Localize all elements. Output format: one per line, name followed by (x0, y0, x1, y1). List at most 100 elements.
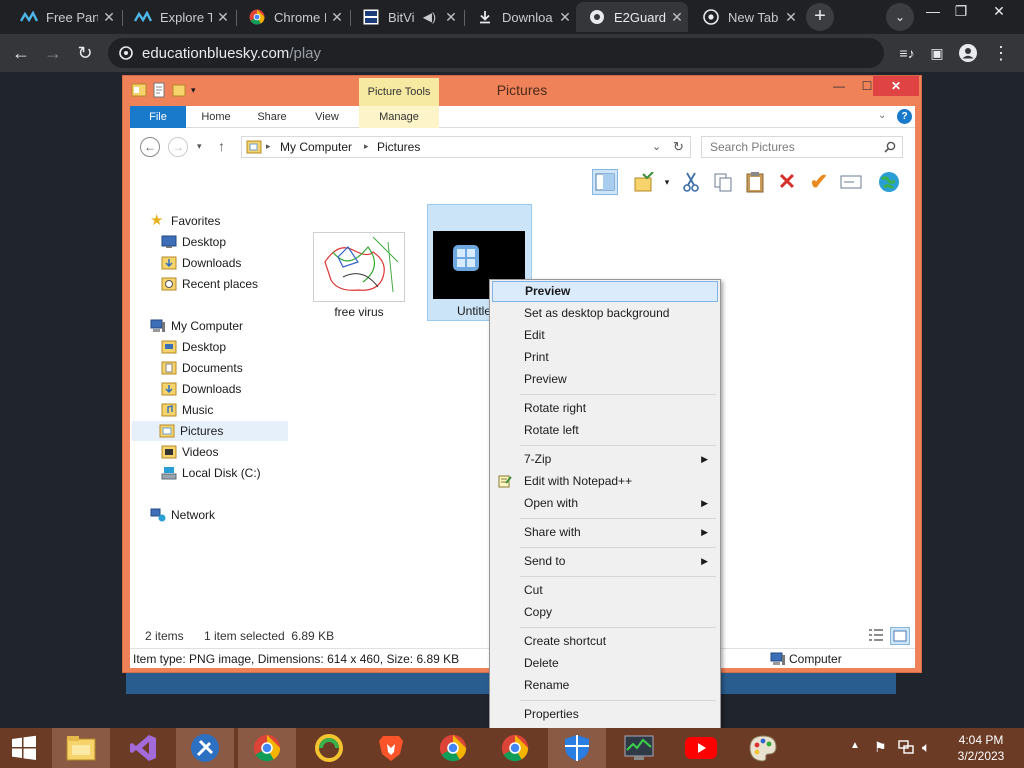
breadcrumb-my-computer[interactable]: My Computer (280, 140, 352, 154)
tab-home[interactable]: Home (192, 106, 240, 128)
close-icon[interactable]: ✕ (666, 9, 688, 26)
details-view-icon[interactable] (868, 628, 884, 645)
tab-manage[interactable]: Manage (359, 106, 439, 128)
forward-button[interactable]: → (40, 40, 66, 66)
start-button[interactable] (0, 728, 48, 768)
show-hidden-icons-button[interactable]: ▲ (850, 740, 860, 768)
speaker-icon[interactable]: ◀) (423, 10, 436, 24)
breadcrumb[interactable]: ▸ My Computer ▸ Pictures ⌄ ↻ (241, 136, 691, 158)
large-icons-view-icon[interactable] (890, 627, 910, 645)
nav-favorites-recent-places[interactable]: Recent places (161, 274, 258, 294)
chevron-right-icon[interactable]: ▸ (266, 141, 271, 152)
menu-kebab-icon[interactable]: ⋮ (988, 40, 1014, 66)
copy-icon[interactable] (710, 169, 736, 195)
back-button[interactable]: ← (140, 137, 160, 157)
menu-item-cut[interactable]: Cut (492, 580, 718, 601)
restore-window-button[interactable]: ❐ (944, 2, 978, 20)
forward-button[interactable]: → (168, 137, 188, 157)
menu-item-set-as-desktop-background[interactable]: Set as desktop background (492, 303, 718, 324)
tab-bitvise[interactable]: BitVi ◀) ✕ (350, 2, 462, 32)
tab-new-tab[interactable]: New Tab ✕ (690, 2, 802, 32)
nav-favorites-downloads[interactable]: Downloads (161, 253, 241, 273)
up-arrow-icon[interactable]: ↑ (218, 138, 225, 154)
close-window-button[interactable]: ✕ (982, 2, 1016, 20)
menu-item-send-to[interactable]: Send to ▶ (492, 551, 718, 572)
paste-icon[interactable] (742, 169, 768, 195)
close-icon[interactable]: ✕ (326, 9, 348, 26)
delete-icon[interactable]: ✕ (774, 169, 800, 195)
network-tray-icon[interactable] (898, 739, 914, 768)
nav-computer-downloads[interactable]: Downloads (161, 379, 241, 399)
globe-icon[interactable] (876, 169, 902, 195)
nav-computer-videos[interactable]: Videos (161, 442, 218, 462)
menu-item-rotate-left[interactable]: Rotate left (492, 420, 718, 441)
checkmark-icon[interactable]: ✔ (806, 169, 832, 195)
menu-item-7zip[interactable]: 7-Zip ▶ (492, 449, 718, 470)
close-icon[interactable]: ✕ (554, 9, 576, 26)
taskbar-task-manager[interactable] (610, 728, 668, 768)
menu-item-rotate-right[interactable]: Rotate right (492, 398, 718, 419)
profile-avatar-icon[interactable] (955, 40, 981, 66)
close-button[interactable]: ✕ (873, 76, 919, 96)
close-icon[interactable]: ✕ (780, 9, 802, 26)
tab-downloads[interactable]: Downloa ✕ (464, 2, 576, 32)
tab-free-part[interactable]: Free Part ✕ (8, 2, 120, 32)
nav-favorites[interactable]: ★ Favorites (150, 211, 220, 231)
chevron-right-icon[interactable]: ▸ (364, 141, 369, 152)
taskbar-brave[interactable] (362, 728, 420, 768)
search-field[interactable]: Search Pictures (701, 136, 903, 158)
preview-pane-icon[interactable] (592, 169, 618, 195)
side-panel-icon[interactable]: ▣ (924, 40, 950, 66)
tab-share[interactable]: Share (250, 106, 294, 128)
taskbar-chrome[interactable] (238, 728, 296, 768)
taskbar-defender[interactable] (548, 728, 606, 768)
tab-explore[interactable]: Explore T ✕ (122, 2, 234, 32)
taskbar-visual-studio[interactable] (114, 728, 172, 768)
tab-e2guardian[interactable]: E2Guardi ✕ (576, 2, 688, 32)
site-info-icon[interactable] (118, 45, 134, 61)
chevron-down-icon[interactable]: ⌄ (652, 140, 661, 153)
close-icon[interactable]: ✕ (98, 9, 120, 26)
tab-view[interactable]: View (306, 106, 348, 128)
help-icon[interactable]: ? (897, 109, 912, 124)
file-item-free-virus[interactable]: free virus (310, 206, 408, 320)
taskbar-file-explorer[interactable] (52, 728, 110, 768)
nav-network[interactable]: Network (150, 505, 215, 525)
reload-button[interactable]: ↻ (72, 40, 98, 66)
rename-icon[interactable] (838, 169, 864, 195)
tab-file[interactable]: File (130, 106, 186, 128)
nav-favorites-desktop[interactable]: Desktop (161, 232, 226, 252)
chevron-down-icon[interactable]: ⌄ (878, 110, 886, 121)
nav-my-computer[interactable]: My Computer (150, 316, 243, 336)
address-bar[interactable]: educationbluesky.com/play (108, 38, 884, 68)
menu-item-share-with[interactable]: Share with ▶ (492, 522, 718, 543)
nav-computer-documents[interactable]: Documents (161, 358, 243, 378)
search-icon[interactable] (884, 141, 896, 153)
clock[interactable]: 4:04 PM 3/2/2023 (948, 732, 1014, 764)
taskbar-ccleaner[interactable] (300, 728, 358, 768)
nav-computer-local-disk[interactable]: Local Disk (C:) (161, 463, 261, 483)
menu-item-preview[interactable]: Preview (492, 369, 718, 390)
recent-locations-icon[interactable]: ▾ (197, 141, 202, 152)
menu-item-create-shortcut[interactable]: Create shortcut (492, 631, 718, 652)
menu-item-edit-with-notepad[interactable]: Edit with Notepad++ (492, 471, 718, 492)
close-icon[interactable]: ✕ (212, 9, 234, 26)
breadcrumb-pictures[interactable]: Pictures (377, 140, 420, 154)
media-controls-icon[interactable]: ≡♪ (894, 40, 920, 66)
back-button[interactable]: ← (8, 40, 34, 66)
taskbar-youtube[interactable] (672, 728, 730, 768)
taskbar-tools-app[interactable] (176, 728, 234, 768)
cut-icon[interactable] (678, 169, 704, 195)
tab-chrome[interactable]: Chrome I ✕ (236, 2, 348, 32)
flag-icon[interactable]: ⚑ (874, 739, 887, 768)
nav-computer-pictures[interactable]: Pictures (132, 421, 288, 441)
taskbar-paint[interactable] (734, 728, 792, 768)
menu-item-delete[interactable]: Delete (492, 653, 718, 674)
taskbar-chrome-profile-b[interactable] (424, 728, 482, 768)
volume-icon[interactable]: 🔈︎ (922, 739, 930, 768)
menu-item-edit[interactable]: Edit (492, 325, 718, 346)
new-tab-button[interactable]: + (806, 3, 834, 31)
chevron-down-icon[interactable]: ▾ (654, 169, 680, 195)
menu-item-properties[interactable]: Properties (492, 704, 718, 725)
minimize-button[interactable]: — (825, 76, 853, 96)
